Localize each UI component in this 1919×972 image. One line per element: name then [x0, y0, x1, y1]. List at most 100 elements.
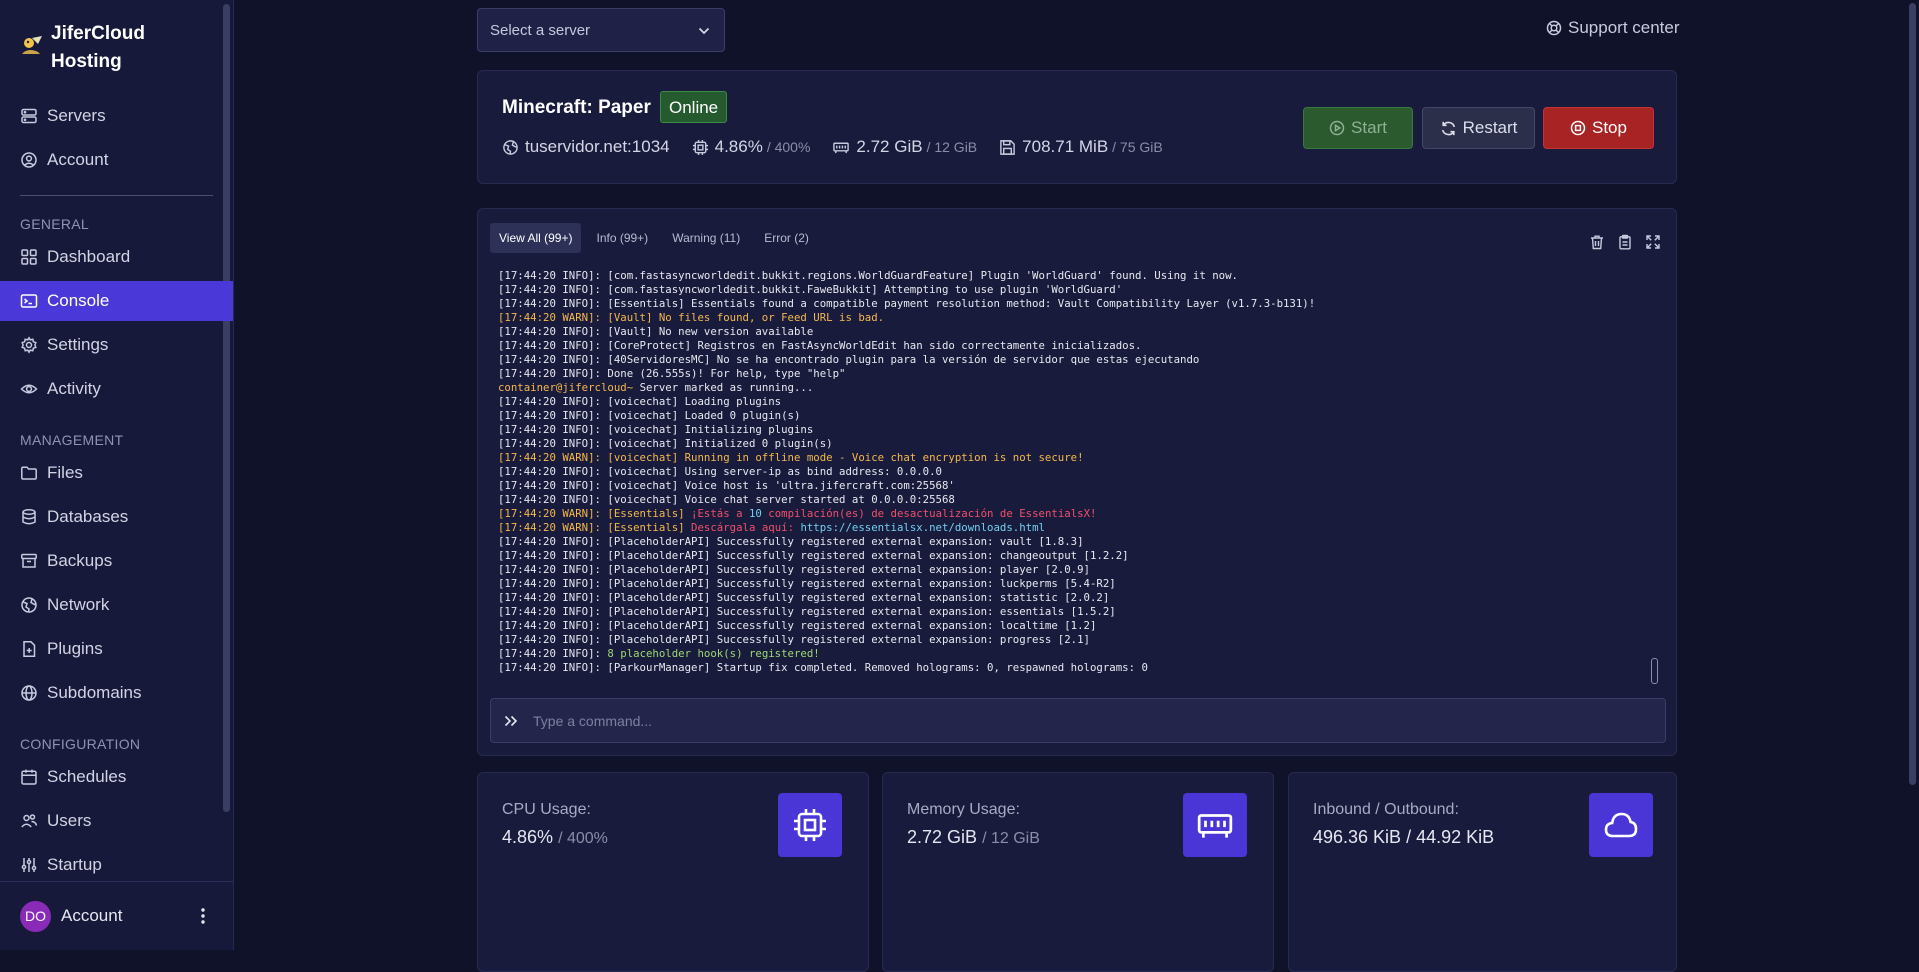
log-line: [17:44:20 INFO]: [PlaceholderAPI] Succes…	[498, 535, 1084, 548]
support-center-label: Support center	[1568, 18, 1680, 37]
console-toolbar	[1580, 231, 1664, 253]
sidebar-item-dashboard[interactable]: Dashboard	[0, 237, 233, 277]
console-card: View All (99+) Info (99+) Warning (11) E…	[477, 208, 1677, 756]
disk-limit: / 75 GiB	[1112, 139, 1163, 155]
log-line: [17:44:20 INFO]: [com.fastasyncworldedit…	[498, 283, 1123, 296]
sidebar-divider	[20, 195, 213, 196]
sidebar-item-label: Network	[47, 595, 110, 614]
log-line: [17:44:20 INFO]: [CoreProtect] Registros…	[498, 339, 1142, 352]
sidebar-item-schedules[interactable]: Schedules	[0, 757, 233, 797]
sidebar-item-account[interactable]: Account	[0, 140, 233, 180]
cloud-icon	[1589, 793, 1653, 857]
tab-warning[interactable]: Warning (11)	[663, 223, 749, 253]
sidebar-item-databases[interactable]: Databases	[0, 497, 233, 537]
command-input[interactable]	[531, 711, 1665, 730]
more-vertical-icon[interactable]	[191, 904, 215, 928]
restart-button[interactable]: Restart	[1422, 107, 1535, 149]
cpu-value: 4.86%	[714, 137, 763, 156]
clipboard-icon[interactable]	[1614, 231, 1636, 253]
disk-value: 708.71 MiB	[1022, 137, 1109, 156]
user-circle-icon	[20, 151, 38, 169]
log-line: [17:44:20 INFO]: [PlaceholderAPI] Succes…	[498, 577, 1116, 590]
log-link[interactable]: https://essentialsx.net/downloads.html	[800, 521, 1045, 534]
memory-limit: / 12 GiB	[926, 139, 978, 155]
log-line: [17:44:20 WARN]: [Essentials] Descárgala…	[498, 521, 1045, 534]
log-line: [17:44:20 INFO]: [voicechat] Loading plu…	[498, 395, 782, 408]
folder-icon	[20, 464, 38, 482]
log-line: [17:44:20 INFO]: [PlaceholderAPI] Succes…	[498, 549, 1129, 562]
stat-address: tuservidor.net:1034	[502, 137, 670, 157]
memory-value: 2.72 GiB	[856, 137, 923, 156]
sidebar-account[interactable]: DO Account	[0, 881, 233, 950]
sidebar-item-settings[interactable]: Settings	[0, 325, 233, 365]
server-info-card: Minecraft: Paper Online tuservidor.net:1…	[477, 70, 1677, 184]
sidebar-item-label: Databases	[47, 507, 129, 526]
console-scrollbar[interactable]	[1651, 658, 1658, 684]
stop-button[interactable]: Stop	[1543, 107, 1654, 149]
start-button[interactable]: Start	[1303, 107, 1413, 149]
section-label-management: MANAGEMENT	[20, 432, 124, 448]
log-line: [17:44:20 INFO]: [PlaceholderAPI] Succes…	[498, 591, 1110, 604]
fullscreen-icon[interactable]	[1642, 231, 1664, 253]
sidebar-item-plugins[interactable]: Plugins	[0, 629, 233, 669]
memory-icon	[833, 142, 850, 153]
log-line: [17:44:20 INFO]: [voicechat] Voice chat …	[498, 493, 955, 506]
sidebar-item-console[interactable]: Console	[0, 281, 233, 321]
tab-view-all[interactable]: View All (99+)	[490, 223, 582, 253]
metric-value: 2.72 GiB / 12 GiB	[907, 827, 1040, 847]
sidebar-item-label: Settings	[47, 335, 109, 354]
console-output[interactable]: [17:44:20 INFO]: [com.fastasyncworldedit…	[498, 269, 1648, 689]
tab-error[interactable]: Error (2)	[755, 223, 818, 253]
sidebar-item-backups[interactable]: Backups	[0, 541, 233, 581]
metric-value: 4.86% / 400%	[502, 827, 608, 847]
log-line: [17:44:20 INFO]: [com.fastasyncworldedit…	[498, 269, 1238, 282]
section-label-configuration: CONFIGURATION	[20, 736, 141, 752]
log-line: [17:44:20 INFO]: [PlaceholderAPI] Succes…	[498, 605, 1116, 618]
cpu-icon	[778, 793, 842, 857]
server-select-placeholder: Select a server	[490, 21, 591, 39]
sidebar-item-label: Startup	[47, 855, 102, 874]
chevrons-right-icon	[504, 715, 520, 727]
sidebar-item-activity[interactable]: Activity	[0, 369, 233, 409]
log-line: [17:44:20 INFO]: [Vault] No new version …	[498, 325, 814, 338]
refresh-icon	[1441, 121, 1455, 135]
sidebar-item-startup[interactable]: Startup	[0, 845, 233, 885]
sidebar-item-files[interactable]: Files	[0, 453, 233, 493]
server-name: Minecraft: Paper	[502, 97, 651, 118]
sidebar-item-servers[interactable]: Servers	[0, 96, 233, 136]
metric-label: CPU Usage:	[502, 801, 591, 818]
metric-card-network: Inbound / Outbound: 496.36 KiB / 44.92 K…	[1288, 772, 1677, 972]
globe-icon	[20, 684, 38, 702]
stop-label: Stop	[1592, 118, 1627, 137]
brand-logo-icon	[22, 36, 42, 54]
log-filter-tabs: View All (99+) Info (99+) Warning (11) E…	[490, 223, 824, 253]
tab-info[interactable]: Info (99+)	[587, 223, 657, 253]
sidebar-item-subdomains[interactable]: Subdomains	[0, 673, 233, 713]
cpu-icon	[692, 139, 708, 155]
page-scrollbar[interactable]	[1909, 3, 1916, 785]
grid-icon	[20, 248, 38, 266]
restart-label: Restart	[1462, 118, 1518, 137]
server-select[interactable]: Select a server	[477, 8, 725, 52]
chevron-down-icon	[698, 22, 710, 39]
log-line: [17:44:20 INFO]: [voicechat] Initialized…	[498, 437, 833, 450]
memory-icon	[1183, 793, 1247, 857]
server-address[interactable]: tuservidor.net:1034	[525, 137, 670, 157]
server-icon	[20, 107, 38, 125]
support-center-link[interactable]: Support center	[1546, 18, 1680, 38]
sidebar-item-network[interactable]: Network	[0, 585, 233, 625]
users-icon	[20, 812, 38, 830]
sidebar-item-label: Servers	[47, 106, 106, 125]
start-label: Start	[1351, 118, 1387, 137]
server-stats: tuservidor.net:1034 4.86% / 400% 2.72 Gi…	[502, 137, 1185, 157]
trash-icon[interactable]	[1586, 231, 1608, 253]
metric-card-cpu: CPU Usage: 4.86% / 400%	[477, 772, 869, 972]
sidebar-item-label: Activity	[47, 379, 101, 398]
sidebar-item-users[interactable]: Users	[0, 801, 233, 841]
stat-disk: 708.71 MiB / 75 GiB	[999, 137, 1163, 157]
sidebar: JiferCloud Hosting Servers Account GENER…	[0, 0, 234, 950]
sidebar-item-label: Plugins	[47, 639, 103, 658]
status-badge: Online	[660, 91, 728, 123]
brand[interactable]: JiferCloud Hosting	[20, 20, 171, 76]
log-line: [17:44:20 INFO]: [ParkourManager] Startu…	[498, 661, 1148, 674]
